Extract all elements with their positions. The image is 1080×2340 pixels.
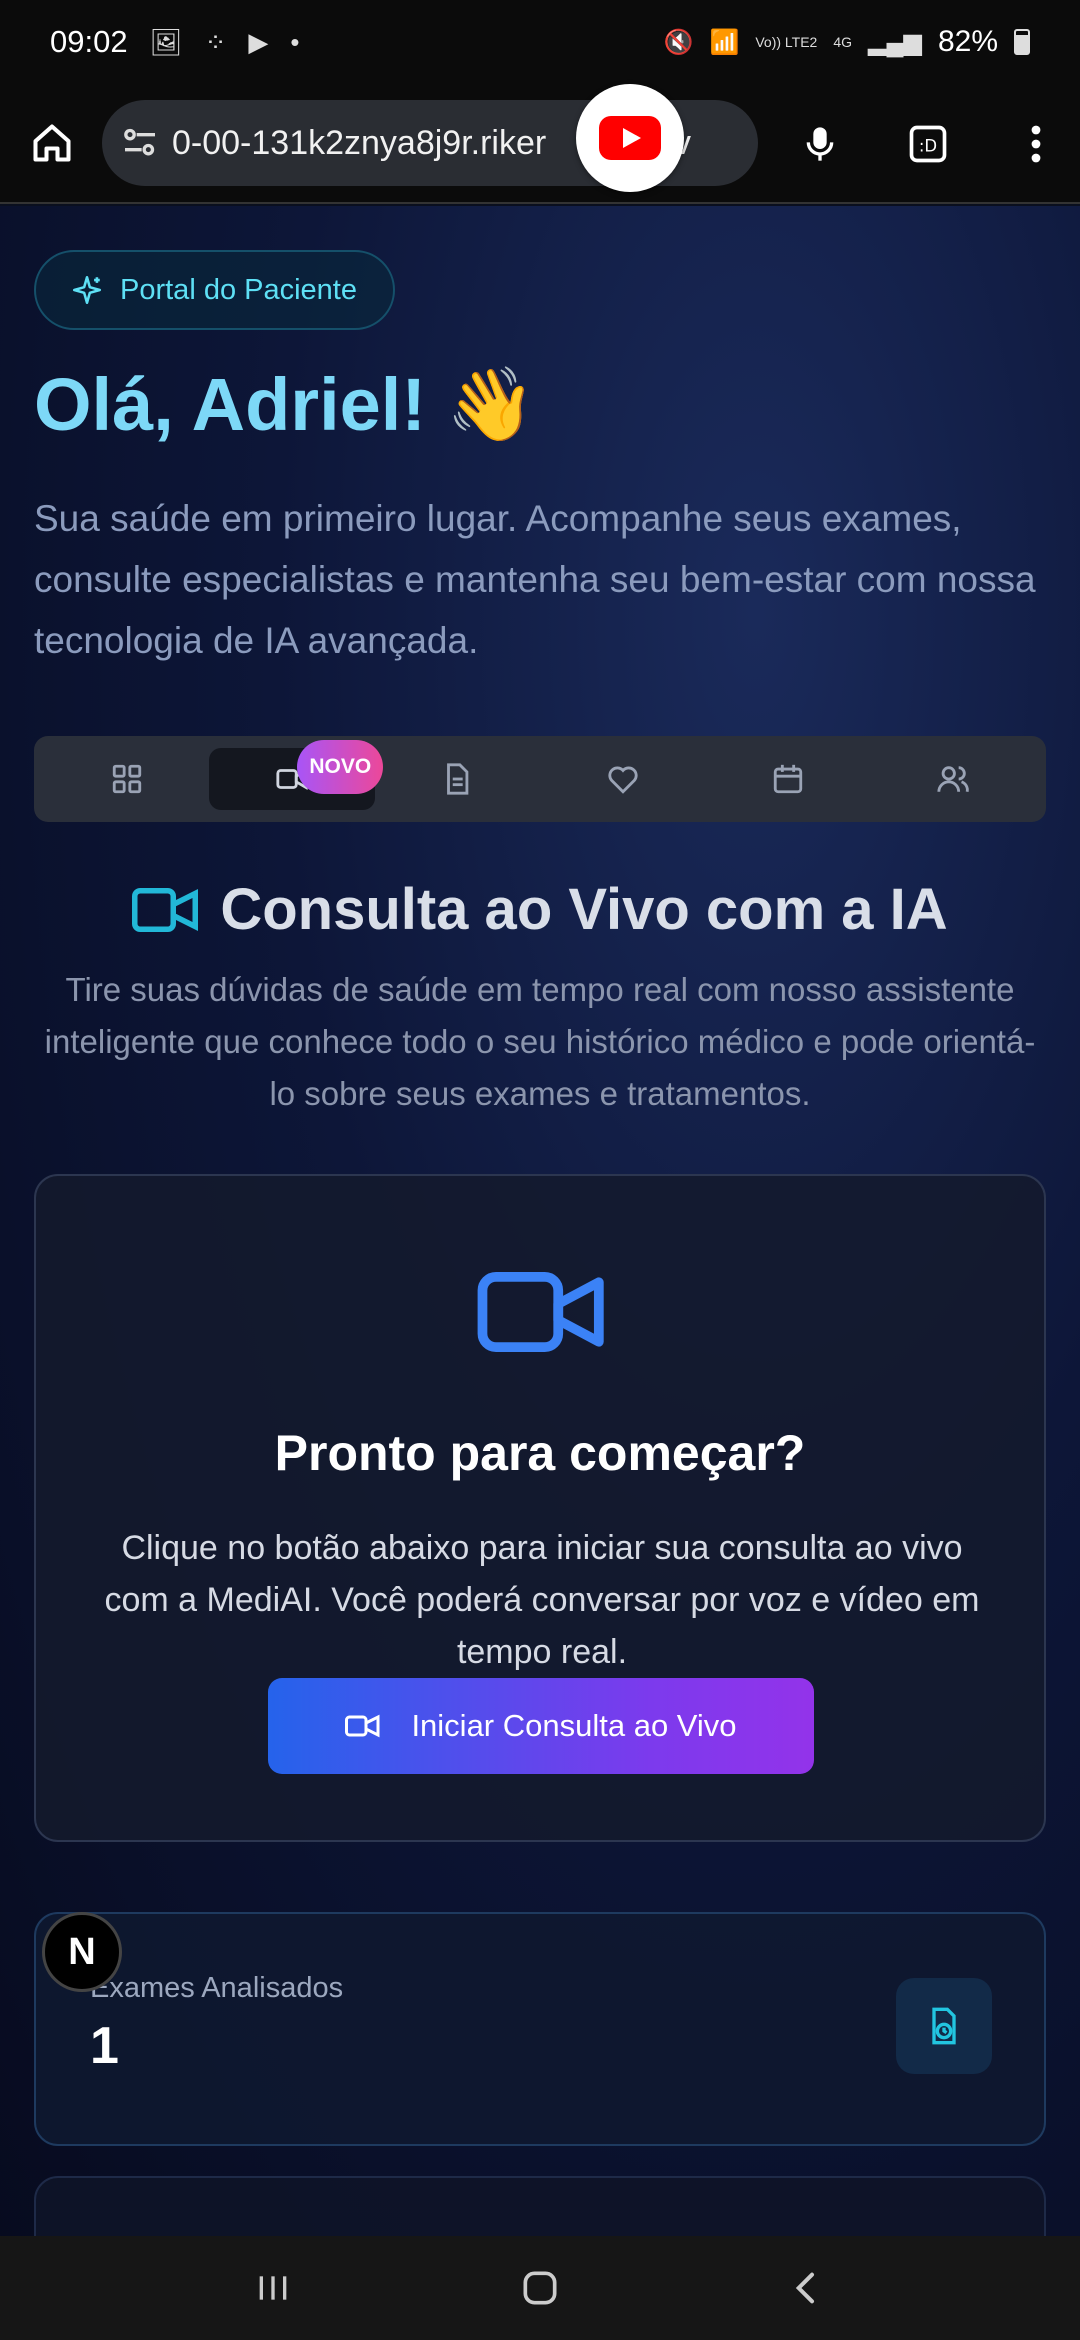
youtube-floating-bubble[interactable]: [576, 84, 684, 192]
dashboard-tabs: NOVO: [34, 736, 1046, 822]
mic-icon: [806, 127, 834, 161]
dots-icon: ⁘: [204, 26, 227, 57]
wifi-icon: 📶: [709, 28, 740, 56]
section-description: Tire suas dúvidas de saúde em tempo real…: [44, 971, 1036, 1112]
recent-apps-icon: [259, 2276, 287, 2300]
home-nav-button[interactable]: [500, 2248, 580, 2328]
users-icon: [937, 766, 970, 793]
grid-icon: [112, 764, 141, 794]
browser-toolbar: 0-00-131k2znya8j9r.riker dev :D: [0, 84, 1080, 204]
signal-icon: ▂▄▆: [868, 28, 922, 56]
volte-icon: Vo)) LTE2: [755, 34, 818, 50]
card-title: Pronto para começar?: [274, 1425, 806, 1481]
recent-apps-button[interactable]: [233, 2248, 313, 2328]
tabs-button[interactable]: :D: [904, 120, 952, 168]
tab-calendar[interactable]: [705, 748, 870, 810]
tab-overview[interactable]: [44, 748, 209, 810]
greeting-text: Olá, Adriel!: [34, 363, 427, 446]
video-icon: [132, 887, 199, 932]
battery-level: 82%: [937, 25, 998, 58]
file-clock-icon: [932, 2007, 956, 2045]
site-settings-icon: [124, 128, 155, 156]
back-icon: [795, 2272, 814, 2304]
stat-card-exams: Exames Analisados 1: [34, 1912, 1046, 2146]
status-time: 09:02: [50, 24, 128, 59]
start-live-consult-button[interactable]: Iniciar Consulta ao Vivo: [268, 1678, 814, 1774]
portal-badge: Portal do Paciente: [34, 250, 395, 330]
mute-icon: 🔇: [663, 28, 694, 56]
stat-label: Exames Analisados: [90, 1972, 344, 2004]
tabs-icon: :D: [909, 125, 947, 163]
page-content: Portal do Paciente Olá, Adriel! 👋 Sua sa…: [0, 206, 1080, 2236]
document-icon: [447, 763, 469, 795]
youtube-icon: [599, 116, 661, 160]
tab-live-consult[interactable]: NOVO: [209, 740, 384, 810]
page-greeting: Olá, Adriel! 👋: [34, 362, 536, 447]
tab-doctors[interactable]: [871, 748, 1036, 810]
new-badge: NOVO: [297, 740, 384, 794]
section-heading: Consulta ao Vivo com a IA: [0, 876, 1080, 943]
network-gen: 4G: [833, 34, 853, 50]
home-icon: [33, 124, 71, 162]
wave-icon: 👋: [446, 365, 536, 445]
mic-button[interactable]: [796, 120, 844, 168]
home-nav-icon: [523, 2271, 557, 2305]
stat-card-next: [34, 2176, 1046, 2236]
gallery-icon: 🖼: [149, 26, 183, 57]
back-button[interactable]: [767, 2248, 847, 2328]
card-video-icon-wrap: [476, 1266, 608, 1363]
more-vertical-icon: [1031, 125, 1041, 163]
portal-badge-label: Portal do Paciente: [120, 273, 357, 306]
youtube-icon: ▶: [248, 26, 269, 57]
file-clock-icon-wrap: [896, 1978, 992, 2074]
intro-text: Sua saúde em primeiro lugar. Acompanhe s…: [34, 498, 1036, 661]
start-button-label: Iniciar Consulta ao Vivo: [411, 1708, 737, 1743]
nextjs-dev-badge[interactable]: N: [42, 1912, 122, 1992]
calendar-icon: [773, 764, 803, 794]
live-consult-card: Pronto para começar? Clique no botão aba…: [34, 1174, 1046, 1842]
svg-text::D: :D: [919, 136, 937, 155]
url-text: 0-00-131k2znya8j9r.riker: [172, 123, 547, 162]
tab-health[interactable]: [540, 748, 705, 810]
video-icon: [345, 1714, 380, 1738]
heart-icon: [608, 766, 638, 794]
card-text: Clique no botão abaixo para iniciar sua …: [104, 1529, 980, 1671]
home-button[interactable]: [24, 115, 80, 171]
section-title: Consulta ao Vivo com a IA: [220, 877, 948, 942]
dot-icon: •: [290, 26, 300, 57]
stat-value: 1: [90, 2017, 119, 2075]
system-navigation-bar: [0, 2236, 1080, 2340]
video-camera-icon: [477, 1271, 604, 1353]
battery-icon: [1014, 29, 1030, 55]
menu-button[interactable]: [1012, 120, 1060, 168]
status-bar: 09:02 🖼 ⁘ ▶ • 🔇 📶 Vo)) LTE2 4G ▂▄▆ 82%: [0, 0, 1080, 84]
tab-exams[interactable]: [375, 748, 540, 810]
sparkles-icon: [72, 275, 102, 305]
